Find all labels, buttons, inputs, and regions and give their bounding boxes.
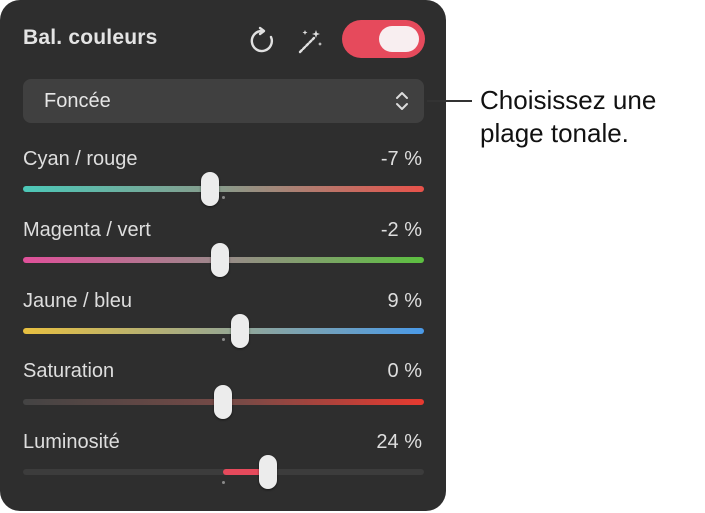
color-balance-panel: Bal. couleurs Foncée Cyan / rouge -7 % M… [0,0,446,511]
yellow-blue-slider-thumb[interactable] [231,314,249,348]
dropdown-value: Foncée [44,90,111,112]
slider-value-cyan-red: -7 % [380,148,422,170]
center-tick [222,338,225,341]
reset-icon[interactable] [247,26,277,56]
slider-value-yellow-blue: 9 % [387,290,422,312]
saturation-slider-thumb[interactable] [214,385,232,419]
callout-connector-line [427,100,472,102]
slider-value-luminosity: 24 % [376,431,422,453]
slider-value-magenta-green: -2 % [380,219,422,241]
callout-text: Choisissez une plage tonale. [480,84,705,150]
tonal-range-dropdown[interactable]: Foncée [23,79,424,123]
slider-label-cyan-red: Cyan / rouge [23,148,138,170]
callout-line-1: Choisissez une [480,85,657,115]
luminosity-slider-thumb[interactable] [259,455,277,489]
slider-label-magenta-green: Magenta / vert [23,219,151,241]
cyan-red-slider-thumb[interactable] [201,172,219,206]
callout-line-2: plage tonale. [480,118,629,148]
chevron-updown-icon [396,92,408,110]
panel-title: Bal. couleurs [23,26,158,49]
center-tick [222,481,225,484]
slider-label-yellow-blue: Jaune / bleu [23,290,132,312]
magenta-green-slider-thumb[interactable] [211,243,229,277]
slider-value-saturation: 0 % [387,360,422,382]
enable-toggle[interactable] [342,20,425,58]
slider-label-luminosity: Luminosité [23,431,120,453]
cyan-red-track[interactable] [23,186,424,192]
yellow-blue-track[interactable] [23,328,424,334]
toggle-knob [379,26,419,52]
magic-wand-icon[interactable] [294,26,324,56]
slider-label-saturation: Saturation [23,360,115,382]
center-tick [222,196,225,199]
